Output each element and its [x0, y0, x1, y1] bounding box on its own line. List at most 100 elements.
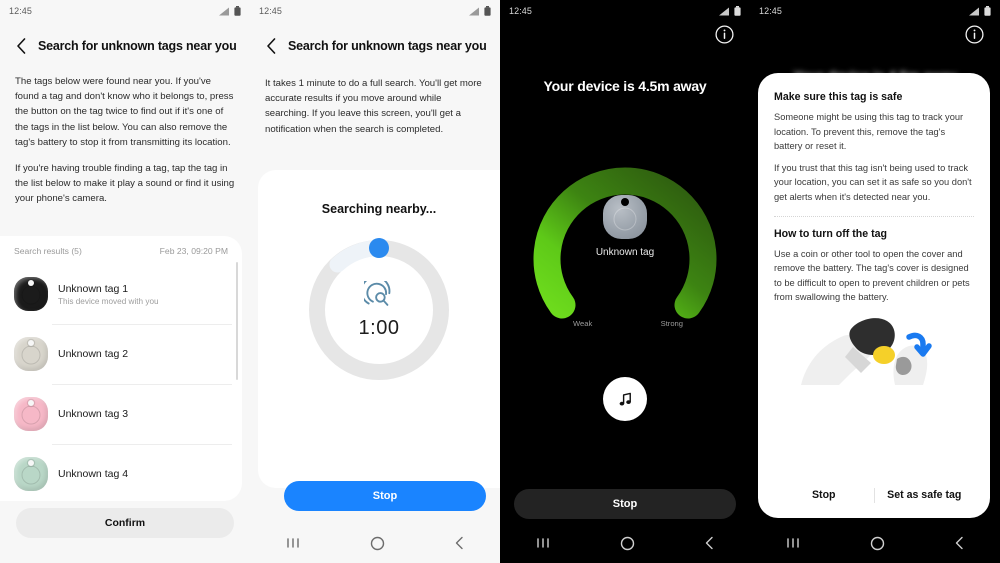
system-navbar	[750, 523, 1000, 563]
back-icon[interactable]	[454, 536, 465, 550]
system-navbar	[500, 523, 750, 563]
chevron-left-icon	[16, 38, 25, 54]
page-title: Search for unknown tags near you	[288, 39, 487, 53]
tag-icon	[14, 457, 48, 491]
dialog-body-3: Use a coin or other tool to open the cov…	[774, 248, 970, 303]
signal-icon	[219, 7, 229, 15]
dialog-actions: Stop Set as safe tag	[774, 472, 974, 518]
dialog-body-2: If you trust that this tag isn't being u…	[774, 162, 972, 202]
battery-icon	[734, 6, 741, 16]
dialog-illustration	[774, 311, 974, 389]
panel-safe-tag-dialog: 12:45 Your device is 4.5m away Make sure…	[750, 0, 1000, 563]
status-bar-clock: 12:45	[259, 6, 283, 16]
list-scrollbar-thumb[interactable]	[235, 262, 238, 380]
ring-center-content: 1:00	[303, 234, 455, 386]
tag-icon	[603, 195, 647, 239]
stop-button[interactable]: Stop	[284, 481, 486, 511]
back-icon[interactable]	[704, 536, 715, 550]
status-bar-icons	[469, 6, 491, 16]
recents-icon[interactable]	[285, 536, 301, 550]
status-bar: 12:45	[500, 0, 750, 22]
searching-label: Searching nearby...	[321, 202, 437, 216]
list-item[interactable]: Unknown tag 1 This device moved with you	[0, 264, 242, 324]
list-item[interactable]: Unknown tag 4	[0, 444, 242, 501]
home-icon[interactable]	[620, 536, 635, 551]
status-bar-icons	[719, 6, 741, 16]
info-circle-icon	[965, 25, 984, 44]
gauge-center: Unknown tag	[525, 195, 725, 258]
status-bar-icons	[219, 6, 241, 16]
tag-icon	[14, 337, 48, 371]
app-bar: Search for unknown tags near you	[250, 30, 500, 62]
countdown-timer: 1:00	[358, 316, 400, 339]
safe-tag-dialog: Make sure this tag is safe Someone might…	[758, 73, 990, 518]
tag-thumbnail	[14, 277, 48, 311]
system-navbar	[250, 523, 500, 563]
back-button[interactable]	[12, 37, 30, 55]
panel-searching: 12:45 Search for unknown tags near you I	[250, 0, 500, 563]
tag-thumbnail	[14, 337, 48, 371]
dialog-body-1: Someone might be using this tag to track…	[774, 112, 964, 152]
dialog-heading-1: Make sure this tag is safe	[774, 91, 903, 103]
back-icon[interactable]	[954, 536, 965, 550]
search-results-header: Search results (5) Feb 23, 09:20 PM	[0, 236, 242, 264]
panel-find-nearby: 12:45 Your device is 4.5m away Unknown t…	[500, 0, 750, 563]
confirm-button[interactable]: Confirm	[16, 508, 234, 538]
status-bar-clock: 12:45	[509, 6, 533, 16]
signal-strength-gauge: Unknown tag Weak Strong	[525, 143, 725, 328]
search-results-count: Search results (5)	[14, 246, 82, 256]
play-sound-button[interactable]	[603, 377, 647, 421]
recents-icon[interactable]	[785, 536, 801, 550]
info-circle-icon	[715, 25, 734, 44]
list-item-subtitle: This device moved with you	[58, 296, 159, 306]
screenshot-stage: 12:45 Search for unknown tags near you T	[0, 0, 1000, 563]
battery-icon	[234, 6, 241, 16]
home-icon[interactable]	[870, 536, 885, 551]
dialog-heading-2: How to turn off the tag	[774, 227, 887, 240]
music-note-icon	[619, 392, 631, 406]
list-item[interactable]: Unknown tag 2	[0, 324, 242, 384]
gauge-strong-label: Strong	[660, 319, 683, 328]
intro-copy: The tags below were found near you. If y…	[15, 74, 236, 207]
status-bar-clock: 12:45	[759, 6, 783, 16]
search-info-paragraph: It takes 1 minute to do a full search. Y…	[265, 78, 482, 135]
status-bar: 12:45	[750, 0, 1000, 22]
list-item-title: Unknown tag 3	[58, 408, 129, 420]
panel-search-results: 12:45 Search for unknown tags near you T	[0, 0, 250, 563]
page-title: Search for unknown tags near you	[38, 39, 237, 53]
searching-card: Searching nearby... 1:00	[258, 170, 500, 488]
stop-button[interactable]: Stop	[514, 489, 736, 519]
battery-icon	[984, 6, 991, 16]
info-button[interactable]	[715, 25, 734, 44]
battery-icon	[484, 6, 491, 16]
search-results-timestamp: Feb 23, 09:20 PM	[159, 246, 228, 256]
search-progress-ring: 1:00	[303, 234, 455, 386]
back-button[interactable]	[262, 37, 280, 55]
search-info-copy: It takes 1 minute to do a full search. Y…	[265, 76, 486, 137]
tag-icon	[14, 277, 48, 311]
status-bar: 12:45	[250, 0, 500, 22]
list-item-title: Unknown tag 1	[58, 282, 129, 295]
chevron-left-icon	[266, 38, 275, 54]
distance-title: Your device is 4.5m away	[543, 78, 707, 94]
tag-icon	[14, 397, 48, 431]
dialog-stop-button[interactable]: Stop	[774, 489, 874, 501]
list-item-title: Unknown tag 2	[58, 348, 129, 360]
recents-icon[interactable]	[535, 536, 551, 550]
list-item-title: Unknown tag 4	[58, 468, 129, 480]
status-bar-icons	[969, 6, 991, 16]
info-button[interactable]	[965, 25, 984, 44]
tag-thumbnail	[14, 397, 48, 431]
signal-icon	[469, 7, 479, 15]
dialog-set-safe-button[interactable]: Set as safe tag	[875, 489, 975, 501]
tag-label: Unknown tag	[595, 247, 655, 258]
list-item[interactable]: Unknown tag 3	[0, 384, 242, 444]
home-icon[interactable]	[370, 536, 385, 551]
tag-thumbnail	[14, 457, 48, 491]
radar-scan-icon	[364, 280, 391, 306]
intro-paragraph-1: The tags below were found near you. If y…	[15, 76, 234, 148]
gauge-weak-label: Weak	[573, 319, 593, 328]
search-results-card: Search results (5) Feb 23, 09:20 PM Unkn…	[0, 236, 242, 501]
app-bar: Search for unknown tags near you	[0, 30, 250, 62]
signal-icon	[719, 7, 729, 15]
